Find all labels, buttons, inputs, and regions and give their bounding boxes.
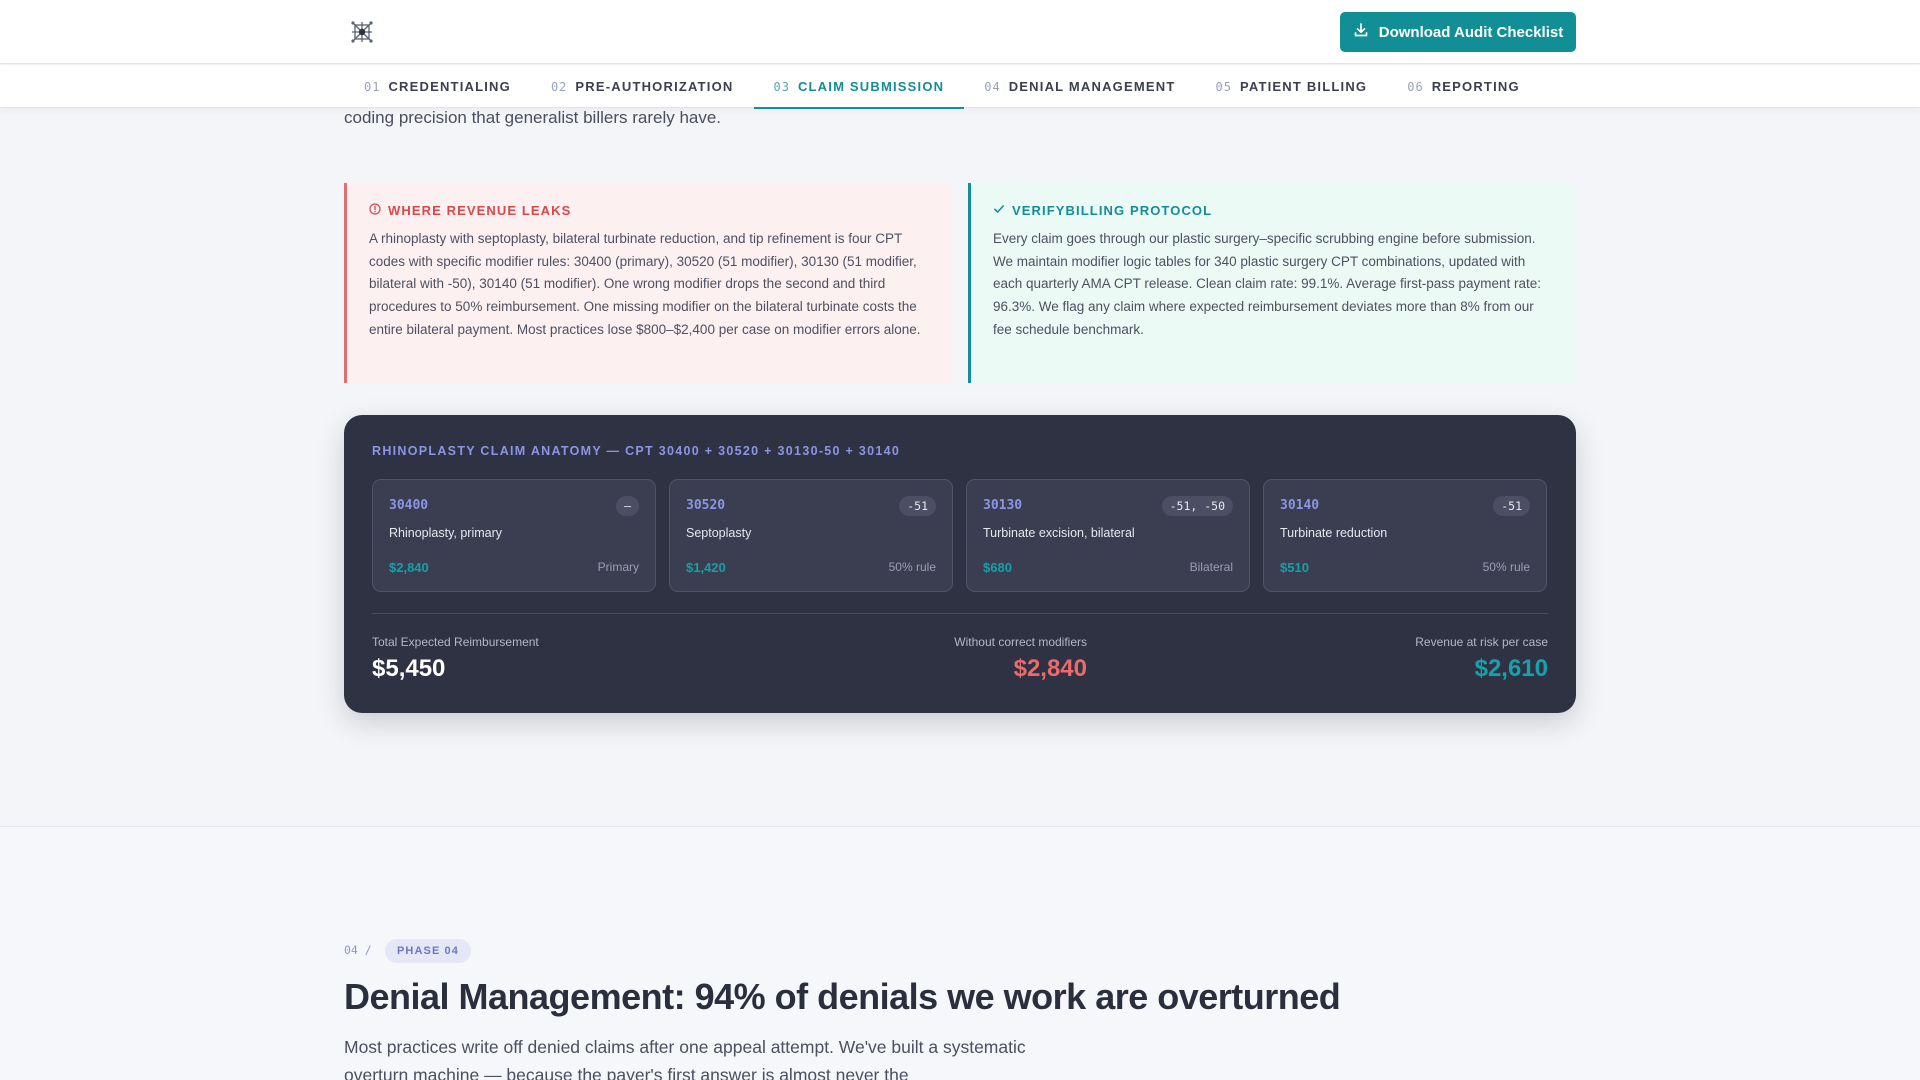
total-reimbursement: Total Expected Reimbursement $5,450 <box>372 635 539 683</box>
revenue-at-risk: Revenue at risk per case $2,610 <box>1415 635 1548 683</box>
cpt-card-30130: 30130 -51, -50 Turbinate excision, bilat… <box>966 479 1250 592</box>
modifier-badge: -51 <box>899 496 936 516</box>
cpt-rule: Bilateral <box>1189 560 1233 574</box>
tab-label: CLAIM SUBMISSION <box>797 79 945 94</box>
section-title: Denial Management: 94% of denials we wor… <box>344 976 1341 1017</box>
cpt-code: 30400 <box>389 498 429 513</box>
tab-patient-billing[interactable]: 05 PATIENT BILLING <box>1196 65 1388 108</box>
cpt-price: $510 <box>1280 560 1309 575</box>
cpt-rule: 50% rule <box>888 560 936 574</box>
summary-label: Total Expected Reimbursement <box>372 635 539 649</box>
cpt-card-30400: 30400 — Rhinoplasty, primary $2,840 Prim… <box>372 479 656 592</box>
section-index: 04 / <box>344 943 372 957</box>
summary-value: $5,450 <box>372 655 446 682</box>
cpt-description: Rhinoplasty, primary <box>389 526 503 540</box>
tab-number: 03 <box>773 79 790 94</box>
cpt-code: 30520 <box>686 498 726 513</box>
network-star-icon[interactable] <box>350 20 374 44</box>
cpt-code: 30130 <box>983 498 1023 513</box>
cpt-description: Septoplasty <box>686 526 752 540</box>
cpt-rule: Primary <box>597 560 639 574</box>
card-title-text: VERIFYBILLING PROTOCOL <box>1012 203 1213 218</box>
tab-number: 04 <box>984 79 1001 94</box>
tab-label: PRE-AUTHORIZATION <box>575 79 734 94</box>
tab-number: 05 <box>1215 79 1232 94</box>
summary-divider <box>372 613 1548 614</box>
download-audit-checklist-button[interactable]: Download Audit Checklist <box>1340 12 1576 52</box>
summary-value: $2,610 <box>1474 655 1548 682</box>
tab-label: DENIAL MANAGEMENT <box>1008 79 1176 94</box>
tab-number: 02 <box>550 79 568 94</box>
modifier-badge: — <box>616 496 639 516</box>
phase-tab-bar: 01 CREDENTIALING 02 PRE-AUTHORIZATION 03… <box>0 65 1920 109</box>
without-modifiers-total: Without correct modifiers $2,840 <box>844 635 1087 683</box>
phase-badge: PHASE 04 <box>385 939 471 963</box>
tab-denial-management[interactable]: 04 DENIAL MANAGEMENT <box>964 65 1195 108</box>
download-button-label: Download Audit Checklist <box>1378 23 1564 41</box>
summary-label: Without correct modifiers <box>954 635 1087 649</box>
cpt-rule: 50% rule <box>1482 560 1530 574</box>
card-title-text: WHERE REVENUE LEAKS <box>388 203 572 218</box>
cpt-price: $2,840 <box>389 560 429 575</box>
revenue-leaks-heading: WHERE REVENUE LEAKS <box>369 203 930 218</box>
tab-label: REPORTING <box>1431 79 1520 94</box>
tab-credentialing[interactable]: 01 CREDENTIALING <box>344 65 531 108</box>
alert-circle-icon <box>369 203 381 218</box>
tab-label: PATIENT BILLING <box>1239 79 1368 94</box>
revenue-leaks-card: WHERE REVENUE LEAKS A rhinoplasty with s… <box>344 183 952 383</box>
section-lead-text: coding precision that generalist billers… <box>344 108 722 127</box>
tab-number: 01 <box>364 79 381 94</box>
tab-number: 06 <box>1407 79 1424 94</box>
modifier-badge: -51, -50 <box>1161 496 1233 516</box>
cpt-code-list: 30400 — Rhinoplasty, primary $2,840 Prim… <box>372 479 1547 592</box>
claim-anatomy-panel: RHINOPLASTY CLAIM ANATOMY — CPT 30400 + … <box>344 415 1576 713</box>
cpt-card-30520: 30520 -51 Septoplasty $1,420 50% rule <box>669 479 953 592</box>
revenue-leaks-body: A rhinoplasty with septoplasty, bilatera… <box>369 231 921 337</box>
cpt-description: Turbinate reduction <box>1280 526 1388 540</box>
summary-value: $2,840 <box>1013 655 1087 682</box>
protocol-body: Every claim goes through our plastic sur… <box>993 231 1542 337</box>
tab-pre-authorization[interactable]: 02 PRE-AUTHORIZATION <box>531 65 754 108</box>
summary-label: Revenue at risk per case <box>1415 635 1548 649</box>
modifier-badge: -51 <box>1493 496 1530 516</box>
check-icon <box>993 203 1005 218</box>
cpt-price: $1,420 <box>686 560 726 575</box>
cpt-price: $680 <box>983 560 1012 575</box>
tab-reporting[interactable]: 06 REPORTING <box>1387 65 1540 108</box>
protocol-heading: VERIFYBILLING PROTOCOL <box>993 203 1554 218</box>
verifybilling-protocol-card: VERIFYBILLING PROTOCOL Every claim goes … <box>968 183 1576 383</box>
cpt-code: 30140 <box>1280 498 1320 513</box>
tab-label: CREDENTIALING <box>388 79 511 94</box>
cpt-card-30140: 30140 -51 Turbinate reduction $510 50% r… <box>1263 479 1547 592</box>
tab-claim-submission[interactable]: 03 CLAIM SUBMISSION <box>753 65 965 109</box>
top-header: Download Audit Checklist <box>0 0 1920 64</box>
claim-anatomy-title: RHINOPLASTY CLAIM ANATOMY — CPT 30400 + … <box>372 444 901 458</box>
section-intro: Most practices write off denied claims a… <box>344 1037 1026 1080</box>
download-icon <box>1353 22 1369 42</box>
cpt-description: Turbinate excision, bilateral <box>983 526 1135 540</box>
